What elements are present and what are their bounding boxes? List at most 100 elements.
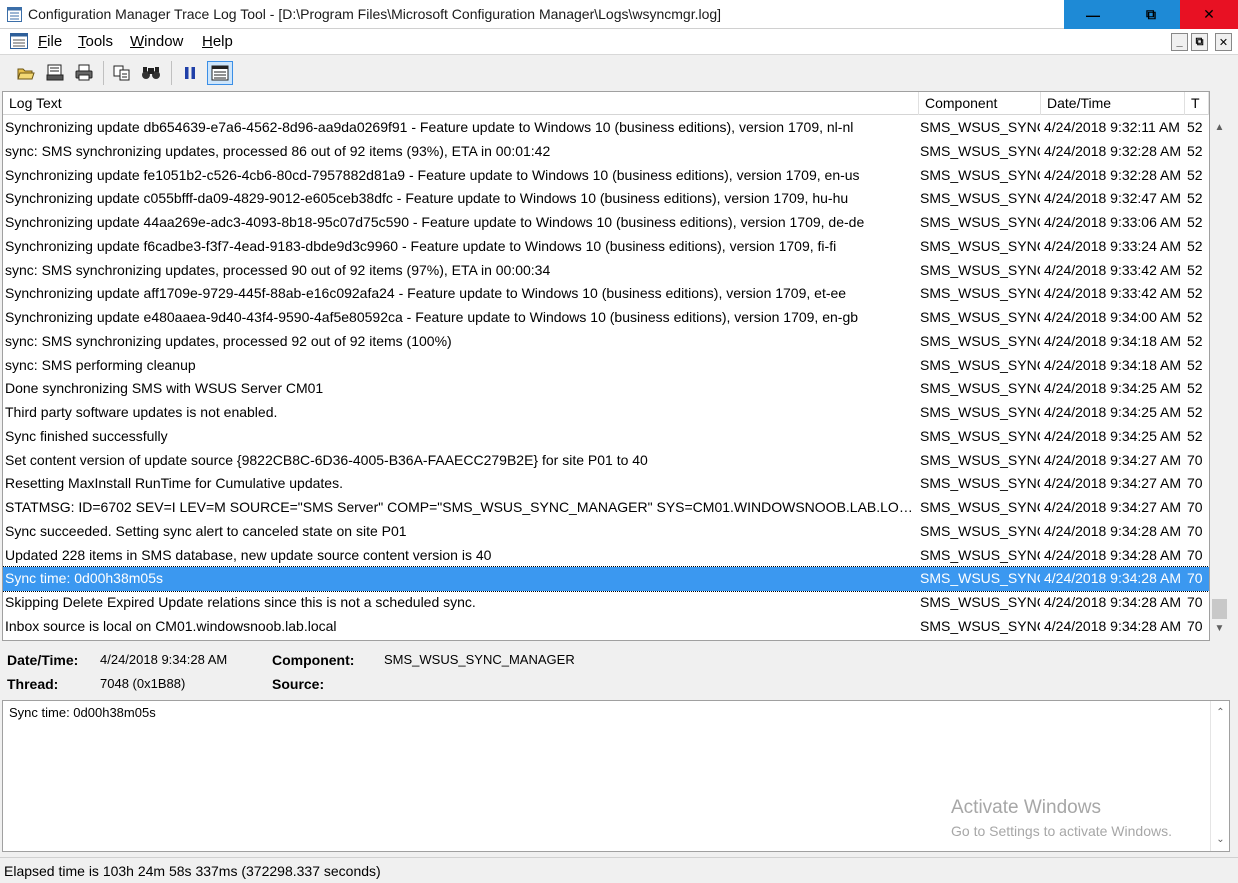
mdi-restore-button[interactable]: ⧉ xyxy=(1191,33,1208,51)
log-text-cell: sync: SMS synchronizing updates, process… xyxy=(5,332,452,349)
table-row[interactable]: Third party software updates is not enab… xyxy=(3,401,1209,425)
table-row[interactable]: Synchronizing update aff1709e-9729-445f-… xyxy=(3,282,1209,306)
table-row[interactable]: Synchronizing update f6cadbe3-f3f7-4ead-… xyxy=(3,235,1209,259)
table-row[interactable]: Synchronizing update db654639-e7a6-4562-… xyxy=(3,116,1209,140)
datetime-cell: 4/24/2018 9:34:18 AM xyxy=(1044,356,1180,373)
component-label: Component: xyxy=(272,652,355,668)
find-icon[interactable] xyxy=(141,63,161,83)
datetime-cell: 4/24/2018 9:34:28 AM xyxy=(1044,546,1180,563)
thread-cell: 52 xyxy=(1187,309,1203,325)
table-row[interactable]: sync: SMS synchronizing updates, process… xyxy=(3,259,1209,283)
table-row[interactable]: Sync succeeded. Setting sync alert to ca… xyxy=(3,520,1209,544)
thread-cell: 52 xyxy=(1187,142,1203,159)
log-scrollbar[interactable]: ▲ ▼ xyxy=(1210,115,1229,641)
maximize-button[interactable]: ⧉ xyxy=(1122,0,1180,29)
table-row[interactable]: Skipping Delete Expired Update relations… xyxy=(3,591,1209,615)
highlight-icon[interactable] xyxy=(207,61,233,85)
thread-cell: 52 xyxy=(1187,356,1203,373)
thread-cell: 52 xyxy=(1187,237,1203,254)
table-row[interactable]: Done synchronizing SMS with WSUS Server … xyxy=(3,377,1209,401)
thread-cell: 52 xyxy=(1187,214,1203,230)
log-list[interactable]: Log Text Component Date/Time T Synchroni… xyxy=(2,91,1210,641)
log-text-cell: sync: SMS performing cleanup xyxy=(5,356,196,373)
thread-cell: 52 xyxy=(1187,285,1203,302)
component-cell: SMS_WSUS_SYNC xyxy=(920,617,1040,634)
log-text-cell: Sync succeeded. Setting sync alert to ca… xyxy=(5,522,407,539)
table-row[interactable]: Sync finished successfully SMS_WSUS_SYNC 4… xyxy=(3,425,1209,449)
message-scrollbar[interactable]: ⌃ ⌄ xyxy=(1210,701,1229,851)
thread-cell: 52 xyxy=(1187,404,1203,420)
scroll-up-icon[interactable]: ⌃ xyxy=(1211,703,1230,722)
datetime-cell: 4/24/2018 9:33:06 AM xyxy=(1044,214,1180,230)
title-bar: Configuration Manager Trace Log Tool - [… xyxy=(0,0,1238,29)
thread-cell: 70 xyxy=(1187,522,1203,539)
menu-help[interactable]: Help xyxy=(202,33,233,50)
print-preview-icon[interactable] xyxy=(45,63,65,83)
scroll-down-icon[interactable]: ⌄ xyxy=(1211,830,1230,849)
table-row[interactable]: Synchronizing update c055bfff-da09-4829-… xyxy=(3,187,1209,211)
menu-window[interactable]: Window xyxy=(130,33,183,50)
datetime-cell: 4/24/2018 9:34:28 AM xyxy=(1044,570,1180,587)
log-text-cell: Synchronizing update 44aa269e-adc3-4093-… xyxy=(5,214,865,230)
table-row[interactable]: Synchronizing update fe1051b2-c526-4cb6-… xyxy=(3,164,1209,188)
datetime-cell: 4/24/2018 9:32:11 AM xyxy=(1044,119,1180,135)
table-row[interactable]: sync: SMS synchronizing updates, process… xyxy=(3,330,1209,354)
table-row[interactable]: sync: SMS synchronizing updates, process… xyxy=(3,140,1209,164)
log-text-cell: Inbox source is local on CM01.windowsnoo… xyxy=(5,617,337,634)
datetime-cell: 4/24/2018 9:33:42 AM xyxy=(1044,285,1180,302)
table-row[interactable]: Synchronizing update e480aaea-9d40-43f4-… xyxy=(3,306,1209,330)
print-icon[interactable] xyxy=(74,63,94,83)
toolbar-separator xyxy=(103,61,104,85)
thread-cell: 70 xyxy=(1187,451,1203,468)
table-row[interactable]: sync: SMS performing cleanup SMS_WSUS_SYN… xyxy=(3,354,1209,378)
datetime-cell: 4/24/2018 9:34:27 AM xyxy=(1044,499,1180,515)
log-text-cell: Synchronizing update f6cadbe3-f3f7-4ead-… xyxy=(5,237,837,254)
table-row[interactable]: STATMSG: ID=6702 SEV=I LEV=M SOURCE="SMS… xyxy=(3,496,1209,520)
open-icon[interactable] xyxy=(16,63,36,83)
thread-cell: 52 xyxy=(1187,119,1203,135)
table-row[interactable]: Inbox source is local on CM01.windowsnoo… xyxy=(3,615,1209,639)
document-icon[interactable] xyxy=(10,33,28,49)
thread-cell: 70 xyxy=(1187,499,1203,515)
log-text-cell: Synchronizing update fe1051b2-c526-4cb6-… xyxy=(5,166,860,183)
menu-file[interactable]: File xyxy=(38,33,62,50)
datetime-cell: 4/24/2018 9:34:25 AM xyxy=(1044,427,1180,444)
pause-icon[interactable] xyxy=(180,63,200,83)
copy-icon[interactable] xyxy=(112,63,132,83)
scroll-down-icon[interactable]: ▼ xyxy=(1210,619,1229,638)
menu-tools[interactable]: Tools xyxy=(78,33,113,50)
thread-cell: 52 xyxy=(1187,166,1203,183)
status-bar: Elapsed time is 103h 24m 58s 337ms (3722… xyxy=(0,857,1238,883)
column-header-datetime[interactable]: Date/Time xyxy=(1041,92,1185,115)
table-row[interactable]: Set content version of update source {98… xyxy=(3,449,1209,473)
scroll-up-icon[interactable]: ▲ xyxy=(1210,118,1229,137)
log-text-cell: Skipping Delete Expired Update relations… xyxy=(5,594,476,610)
close-button[interactable]: ✕ xyxy=(1180,0,1238,29)
component-cell: SMS_WSUS_SYNC xyxy=(920,356,1040,373)
table-row[interactable]: Sync time: 0d00h38m05s SMS_WSUS_SYNC 4/24/… xyxy=(3,566,1209,592)
thread-cell: 70 xyxy=(1187,570,1203,587)
mdi-minimize-button[interactable]: _ xyxy=(1171,33,1188,51)
component-cell: SMS_WSUS_SYNC xyxy=(920,546,1040,563)
datetime-label: Date/Time: xyxy=(7,652,79,668)
scroll-thumb[interactable] xyxy=(1212,599,1227,619)
log-text-cell: STATMSG: ID=6702 SEV=I LEV=M SOURCE="SMS… xyxy=(5,499,915,515)
minimize-button[interactable]: — xyxy=(1064,0,1122,29)
table-row[interactable]: Resetting MaxInstall RunTime for Cumulat… xyxy=(3,472,1209,496)
column-header-thread[interactable]: T xyxy=(1185,92,1209,115)
table-row[interactable]: Updated 228 items in SMS database, new u… xyxy=(3,544,1209,568)
log-text-cell: Synchronizing update e480aaea-9d40-43f4-… xyxy=(5,309,859,325)
component-cell: SMS_WSUS_SYNC xyxy=(920,285,1040,302)
mdi-close-button[interactable]: ✕ xyxy=(1215,33,1232,51)
column-header-component[interactable]: Component xyxy=(919,92,1041,115)
component-cell: SMS_WSUS_SYNC xyxy=(920,332,1040,349)
window-title: Configuration Manager Trace Log Tool - [… xyxy=(28,6,722,22)
thread-cell: 70 xyxy=(1187,546,1203,563)
component-cell: SMS_WSUS_SYNC xyxy=(920,451,1040,468)
log-text-cell: Synchronizing update aff1709e-9729-445f-… xyxy=(5,285,847,302)
component-cell: SMS_WSUS_SYNC xyxy=(920,570,1040,587)
column-header-log-text[interactable]: Log Text xyxy=(3,92,919,115)
log-text-cell: Set content version of update source {98… xyxy=(5,451,648,468)
datetime-cell: 4/24/2018 9:32:47 AM xyxy=(1044,190,1180,207)
table-row[interactable]: Synchronizing update 44aa269e-adc3-4093-… xyxy=(3,211,1209,235)
